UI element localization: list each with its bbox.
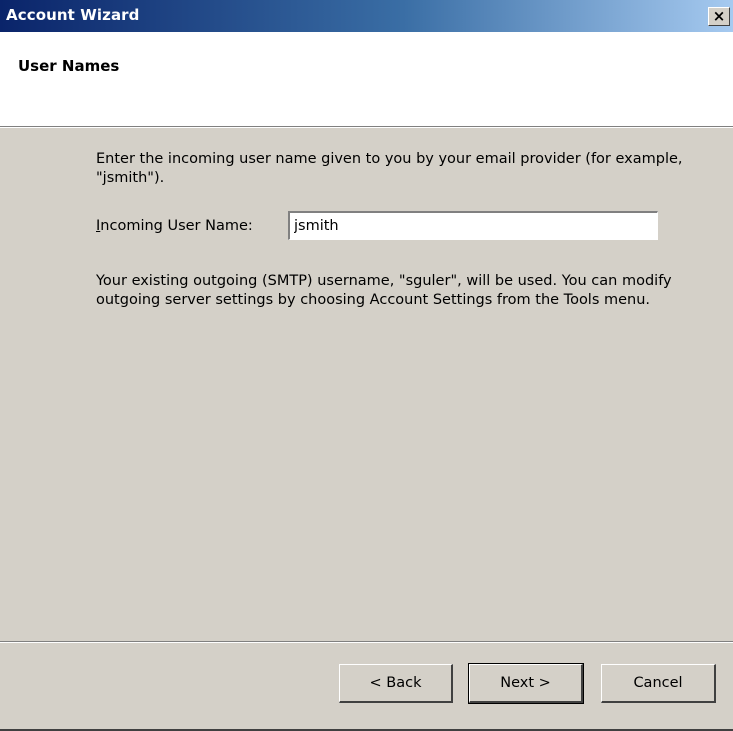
footer-divider (0, 641, 733, 643)
label-text: ncoming User Name: (100, 218, 253, 234)
incoming-user-name-input[interactable] (287, 210, 659, 241)
incoming-user-name-label: Incoming User Name: (96, 217, 253, 236)
wizard-header: User Names (0, 32, 733, 126)
intro-text: Enter the incoming user name given to yo… (96, 151, 683, 186)
next-button[interactable]: Next > (468, 663, 584, 704)
cancel-button[interactable]: Cancel (601, 664, 716, 703)
close-icon: × (712, 7, 726, 25)
back-button[interactable]: < Back (339, 664, 453, 703)
header-divider (0, 126, 733, 128)
smtp-info-text: Your existing outgoing (SMTP) username, … (96, 273, 672, 308)
title-bar[interactable]: Account Wizard × (0, 0, 733, 32)
page-title: User Names (18, 57, 120, 75)
window-title: Account Wizard (6, 6, 140, 24)
close-button[interactable]: × (708, 7, 730, 26)
account-wizard-window: Account Wizard × User Names Enter the in… (0, 0, 733, 731)
